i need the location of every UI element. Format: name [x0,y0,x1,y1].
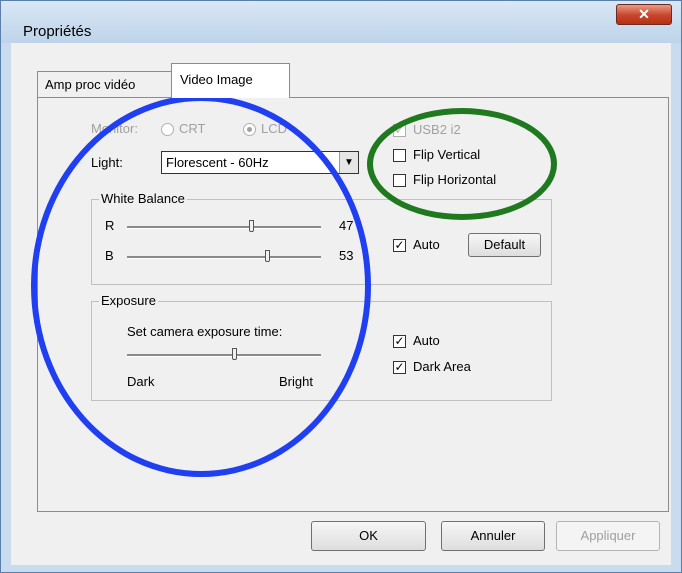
properties-dialog: Propriétés ✕ Amp proc vidéo Video Image … [0,0,682,573]
wb-b-slider-track[interactable] [127,256,321,259]
wb-r-slider-track[interactable] [127,226,321,229]
exposure-slider-thumb[interactable] [231,348,237,360]
light-select[interactable]: Florescent - 60Hz ▼ [161,151,359,174]
exposure-slider-track[interactable] [127,354,321,357]
wb-b-label: B [105,248,114,263]
window-title: Propriétés [23,23,92,40]
wb-auto-label: Auto [413,237,440,252]
monitor-crt-radio[interactable] [161,123,174,136]
tab-video-image[interactable]: Video Image [171,63,290,98]
title-bar[interactable]: Propriétés ✕ [1,1,681,43]
dark-area-label: Dark Area [413,359,471,374]
exposure-auto-label: Auto [413,333,440,348]
wb-r-slider-thumb[interactable] [249,220,255,232]
tab-label: Amp proc vidéo [45,77,136,92]
exposure-title: Exposure [99,293,158,308]
monitor-label: Monitor: [91,121,138,136]
default-button[interactable]: Default [468,233,541,257]
wb-b-value: 53 [339,248,354,263]
light-label: Light: [91,155,123,170]
exposure-dark-label: Dark [127,374,155,389]
monitor-crt-label: CRT [179,121,206,136]
tab-amp-proc-video[interactable]: Amp proc vidéo [37,71,175,97]
wb-auto-checkbox[interactable]: ✓ [393,239,406,252]
white-balance-title: White Balance [99,191,187,206]
exposure-group [91,301,552,401]
cancel-button[interactable]: Annuler [441,521,545,551]
flip-vertical-label: Flip Vertical [413,147,481,162]
flip-vertical-checkbox[interactable] [393,149,406,162]
wb-r-label: R [105,218,115,233]
chevron-down-icon[interactable]: ▼ [339,152,358,173]
ok-button[interactable]: OK [311,521,426,551]
usb2-label: USB2 i2 [413,122,461,137]
close-icon: ✕ [638,6,650,22]
monitor-lcd-radio[interactable] [243,123,256,136]
wb-b-slider-thumb[interactable] [264,250,270,262]
dark-area-checkbox[interactable]: ✓ [393,361,406,374]
flip-horizontal-label: Flip Horizontal [413,172,497,187]
exposure-bright-label: Bright [279,374,313,389]
wb-r-value: 47 [339,218,354,233]
monitor-lcd-label: LCD [261,121,288,136]
exposure-caption: Set camera exposure time: [127,324,283,339]
apply-button[interactable]: Appliquer [556,521,660,551]
flip-horizontal-checkbox[interactable] [393,174,406,187]
light-select-value: Florescent - 60Hz [166,155,269,170]
dialog-client-area: Amp proc vidéo Video Image Monitor: CRT … [11,43,671,565]
close-button[interactable]: ✕ [616,4,672,25]
usb2-checkbox[interactable]: ✓ [393,124,406,137]
tab-label: Video Image [180,72,253,87]
exposure-auto-checkbox[interactable]: ✓ [393,335,406,348]
